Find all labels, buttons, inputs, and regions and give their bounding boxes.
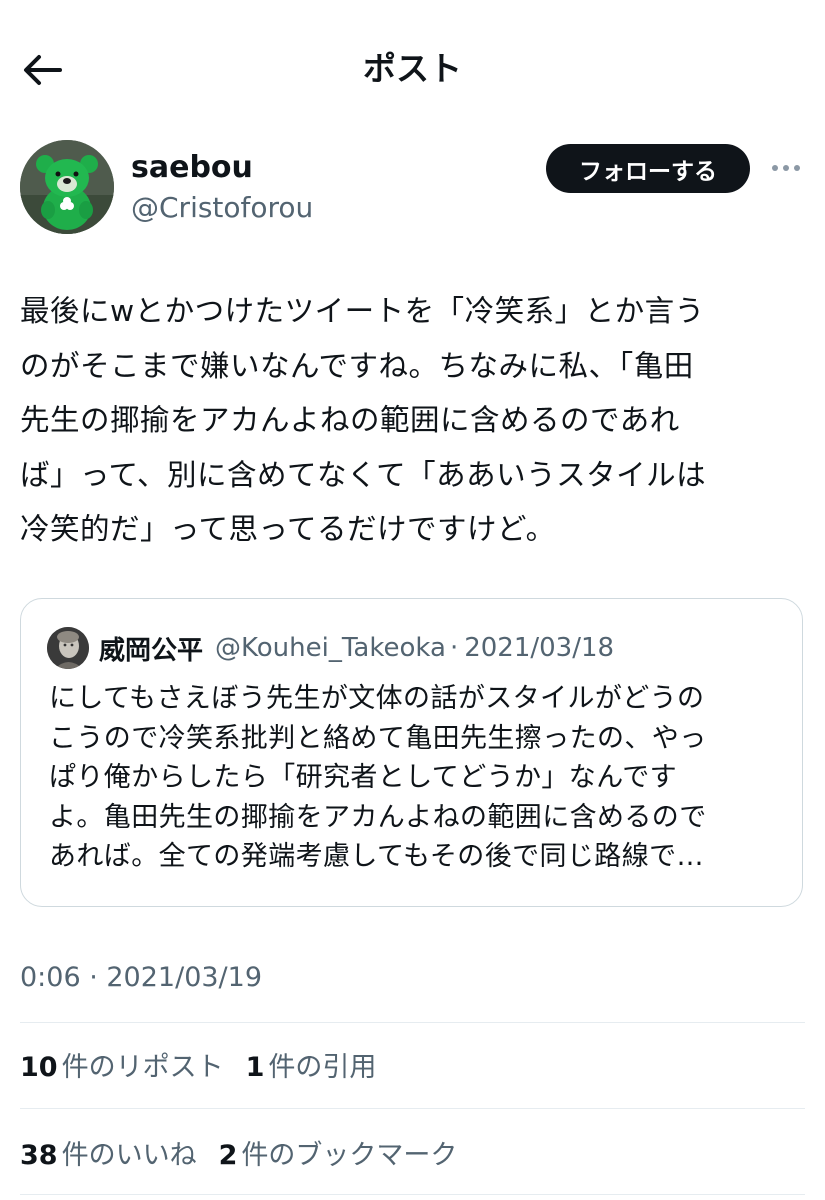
likes-stat[interactable]: 38 件のいいね (20, 1133, 197, 1172)
page-title: ポスト (363, 49, 462, 88)
top-bar: ポスト (0, 0, 825, 140)
reposts-stat[interactable]: 10 件のリポスト (20, 1045, 224, 1084)
quote-display-name: 威岡公平 (99, 635, 204, 666)
bookmarks-stat[interactable]: 2 件のブックマーク (219, 1133, 458, 1172)
post-timestamp[interactable]: 0:06 · 2021/03/19 (20, 956, 262, 1000)
likes-label: 件のいいね (61, 1139, 197, 1171)
quotes-label: 件の引用 (268, 1051, 377, 1083)
quote-date: 2021/03/18 (464, 633, 615, 663)
more-button[interactable] (766, 150, 806, 186)
bookmarks-count: 2 (218, 1139, 238, 1171)
more-horizontal-icon (794, 165, 800, 171)
quotes-count: 1 (245, 1051, 265, 1083)
bookmarks-label: 件のブックマーク (241, 1139, 458, 1171)
more-horizontal-icon (783, 165, 789, 171)
divider (20, 1108, 805, 1109)
quote-handle: @Kouhei_Takeoka (215, 633, 446, 663)
user-handle[interactable]: @Cristoforou (131, 188, 313, 228)
likes-count: 38 (20, 1139, 58, 1171)
reposts-count: 10 (20, 1051, 58, 1083)
divider (20, 1022, 805, 1023)
reposts-label: 件のリポスト (61, 1051, 224, 1083)
display-name[interactable]: saebou (131, 148, 253, 188)
post-text: 最後にwとかつけたツイートを「冷笑系」とか言う のがそこまで嫌いなんですね。ちな… (20, 294, 707, 546)
quote-header: 威岡公平 @Kouhei_Takeoka · 2021/03/18 (99, 627, 614, 669)
separator-dot: · (449, 633, 459, 663)
more-horizontal-icon (772, 165, 778, 171)
portrait-avatar-icon (47, 627, 89, 669)
post-author: saebou @Cristoforou フォローする (20, 140, 805, 240)
quote-text: にしてもさえぼう先生が文体の話がスタイルがどうの こうので冷笑系批判と絡めて亀田… (49, 683, 707, 872)
follow-button[interactable]: フォローする (546, 144, 750, 193)
stats-row-likes: 38 件のいいね 2 件のブックマーク (20, 1124, 479, 1180)
avatar[interactable] (20, 140, 114, 234)
quotes-stat[interactable]: 1 件の引用 (246, 1045, 377, 1084)
quote-avatar (47, 627, 89, 669)
stats-row-reposts: 10 件のリポスト 1 件の引用 (20, 1036, 398, 1092)
bear-avatar-icon (20, 140, 114, 234)
divider (20, 1194, 805, 1195)
quoted-post[interactable]: 威岡公平 @Kouhei_Takeoka · 2021/03/18 にしてもさえ… (20, 598, 803, 907)
